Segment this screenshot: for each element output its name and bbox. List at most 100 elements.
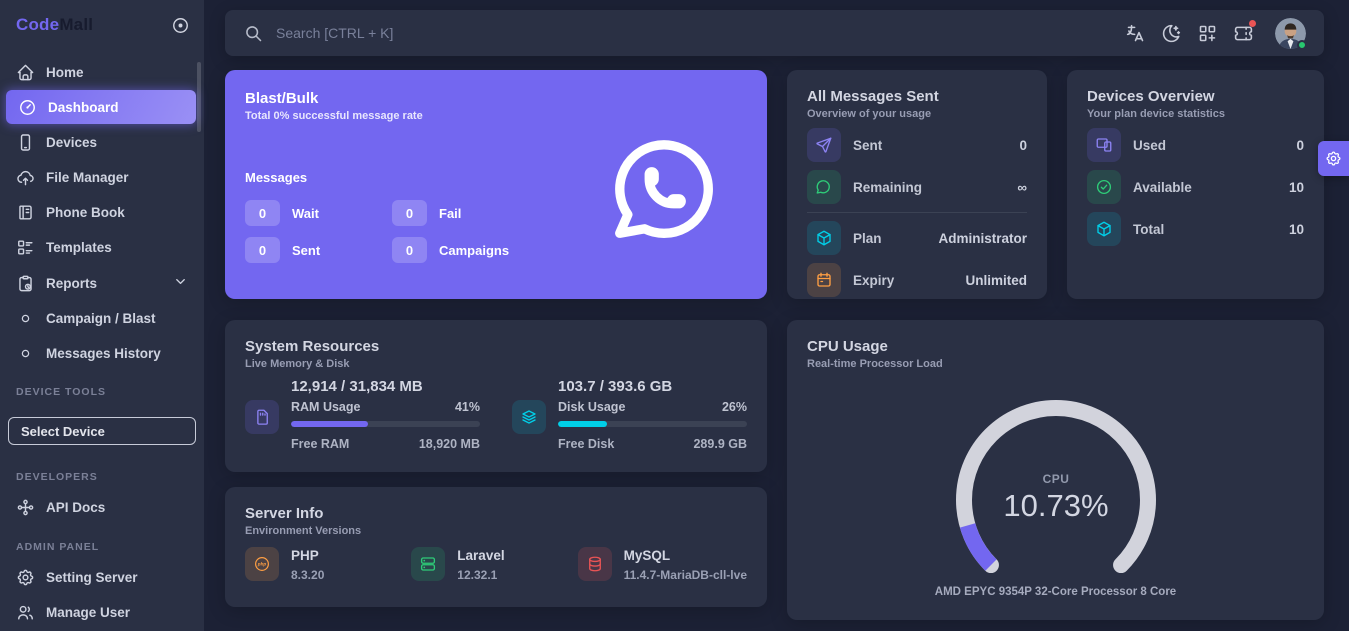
cpu-usage-card: CPU Usage Real-time Processor Load CPU 1… <box>787 320 1324 620</box>
divider <box>807 212 1027 213</box>
server-subtitle: Environment Versions <box>245 525 747 537</box>
notifications-icon[interactable] <box>1231 21 1255 45</box>
devices-card-subtitle: Your plan device statistics <box>1087 108 1304 120</box>
sidebar-item-file-manager[interactable]: File Manager <box>0 160 204 194</box>
disk-progress-track <box>558 421 747 427</box>
disk-column: 103.7 / 393.6 GB Disk Usage 26% Free Dis… <box>512 378 747 451</box>
admin-panel-header: ADMIN PANEL <box>16 541 99 553</box>
list-details-icon <box>16 238 35 257</box>
row-label: Expiry <box>853 273 894 288</box>
cpu-gauge: CPU 10.73% <box>936 400 1176 580</box>
gauge-value-arc <box>968 525 991 565</box>
sidebar-item-label: Campaign / Blast <box>46 311 156 326</box>
gauge-value: 10.73% <box>936 488 1176 524</box>
ram-progress-track <box>291 421 480 427</box>
row-available: Available 10 <box>1087 170 1304 204</box>
gauge-label: CPU <box>936 472 1176 486</box>
check-circle-icon <box>1087 170 1121 204</box>
sidebar-item-home[interactable]: Home <box>0 55 204 89</box>
notification-badge <box>1249 20 1256 27</box>
server-item-php: php PHP 8.3.20 <box>245 547 411 582</box>
cpu-subtitle: Real-time Processor Load <box>807 358 1304 370</box>
gear-icon <box>16 568 35 587</box>
topbar <box>225 10 1324 56</box>
system-resources-card: System Resources Live Memory & Disk 12,9… <box>225 320 767 472</box>
disk-usage-label: Disk Usage <box>558 400 625 414</box>
sidebar-item-label: File Manager <box>46 170 129 185</box>
blast-title: Blast/Bulk <box>245 90 747 107</box>
row-total: Total 10 <box>1087 212 1304 246</box>
row-label: Remaining <box>853 180 922 195</box>
developers-header: DEVELOPERS <box>16 471 98 483</box>
notebook-icon <box>16 203 35 222</box>
blast-subtitle: Total 0% successful message rate <box>245 110 747 122</box>
whatsapp-icon <box>605 130 723 248</box>
sidebar-item-dashboard[interactable]: Dashboard <box>6 90 196 124</box>
cube-icon <box>1087 212 1121 246</box>
devices-overview-card: Devices Overview Your plan device statis… <box>1067 70 1324 299</box>
report-icon <box>16 274 35 293</box>
disk-usage-percent: 26% <box>722 400 747 414</box>
ram-column: 12,914 / 31,834 MB RAM Usage 41% Free RA… <box>245 378 480 451</box>
server-item-name: PHP <box>291 548 324 563</box>
sidebar-item-setting-server[interactable]: Setting Server <box>0 560 204 594</box>
sidebar-item-manage-user[interactable]: Manage User <box>0 595 204 629</box>
sidebar-item-devices[interactable]: Devices <box>0 125 204 159</box>
row-sent: Sent 0 <box>807 128 1027 162</box>
stat-label: Sent <box>292 243 320 258</box>
search-bar <box>243 23 1123 44</box>
circle-bullet-icon <box>18 311 33 326</box>
disk-value: 103.7 / 393.6 GB <box>558 378 747 395</box>
devices-icon <box>1087 128 1121 162</box>
calendar-icon <box>807 263 841 297</box>
row-label: Available <box>1133 180 1192 195</box>
sidebar-item-label: Devices <box>46 135 97 150</box>
sidebar-item-label: Phone Book <box>46 205 125 220</box>
sidebar-item-label: Messages History <box>46 346 161 361</box>
database-icon <box>578 547 612 581</box>
sidebar-item-messages-history[interactable]: Messages History <box>0 336 204 370</box>
disk-progress-fill <box>558 421 607 427</box>
shortcuts-grid-icon[interactable] <box>1195 21 1219 45</box>
messages-card-subtitle: Overview of your usage <box>807 108 1027 120</box>
sidebar-item-api-docs[interactable]: API Docs <box>0 490 204 524</box>
brand-code: Code <box>16 15 59 34</box>
stat-value: 0 <box>392 237 427 263</box>
sidebar-item-reports[interactable]: Reports <box>0 266 204 300</box>
blast-stat-campaigns: 0 Campaigns <box>392 237 509 263</box>
user-avatar[interactable] <box>1275 18 1306 49</box>
sidebar-item-phone-book[interactable]: Phone Book <box>0 195 204 229</box>
row-value: Administrator <box>938 231 1027 246</box>
sidebar-scrollbar[interactable] <box>197 62 201 132</box>
layers-icon <box>512 400 546 434</box>
sidebar-item-label: Manage User <box>46 605 130 620</box>
home-icon <box>16 63 35 82</box>
stat-value: 0 <box>245 200 280 226</box>
sidebar-collapse-toggle-icon[interactable] <box>171 16 190 35</box>
all-messages-sent-card: All Messages Sent Overview of your usage… <box>787 70 1047 299</box>
ram-progress-fill <box>291 421 368 427</box>
stat-label: Campaigns <box>439 243 509 258</box>
free-ram-label: Free RAM <box>291 437 349 451</box>
cube-icon <box>807 221 841 255</box>
select-device-dropdown[interactable]: Select Device <box>8 417 196 445</box>
server-item-version: 12.32.1 <box>457 568 504 582</box>
users-icon <box>16 603 35 622</box>
brand-logo[interactable]: CodeMall <box>16 15 93 35</box>
search-input[interactable] <box>274 24 694 42</box>
ram-value: 12,914 / 31,834 MB <box>291 378 480 395</box>
row-value: Unlimited <box>965 273 1027 288</box>
free-disk-value: 289.9 GB <box>693 437 747 451</box>
theme-customizer-button[interactable] <box>1318 141 1349 176</box>
send-icon <box>807 128 841 162</box>
message-circle-icon <box>807 170 841 204</box>
dark-mode-icon[interactable] <box>1159 21 1183 45</box>
sidebar-item-templates[interactable]: Templates <box>0 230 204 264</box>
device-tools-header: DEVICE TOOLS <box>16 386 106 398</box>
stat-label: Fail <box>439 206 461 221</box>
stat-label: Wait <box>292 206 319 221</box>
sidebar-item-campaign-blast[interactable]: Campaign / Blast <box>0 301 204 335</box>
sidebar-item-label: API Docs <box>46 500 105 515</box>
ram-usage-percent: 41% <box>455 400 480 414</box>
language-icon[interactable] <box>1123 21 1147 45</box>
